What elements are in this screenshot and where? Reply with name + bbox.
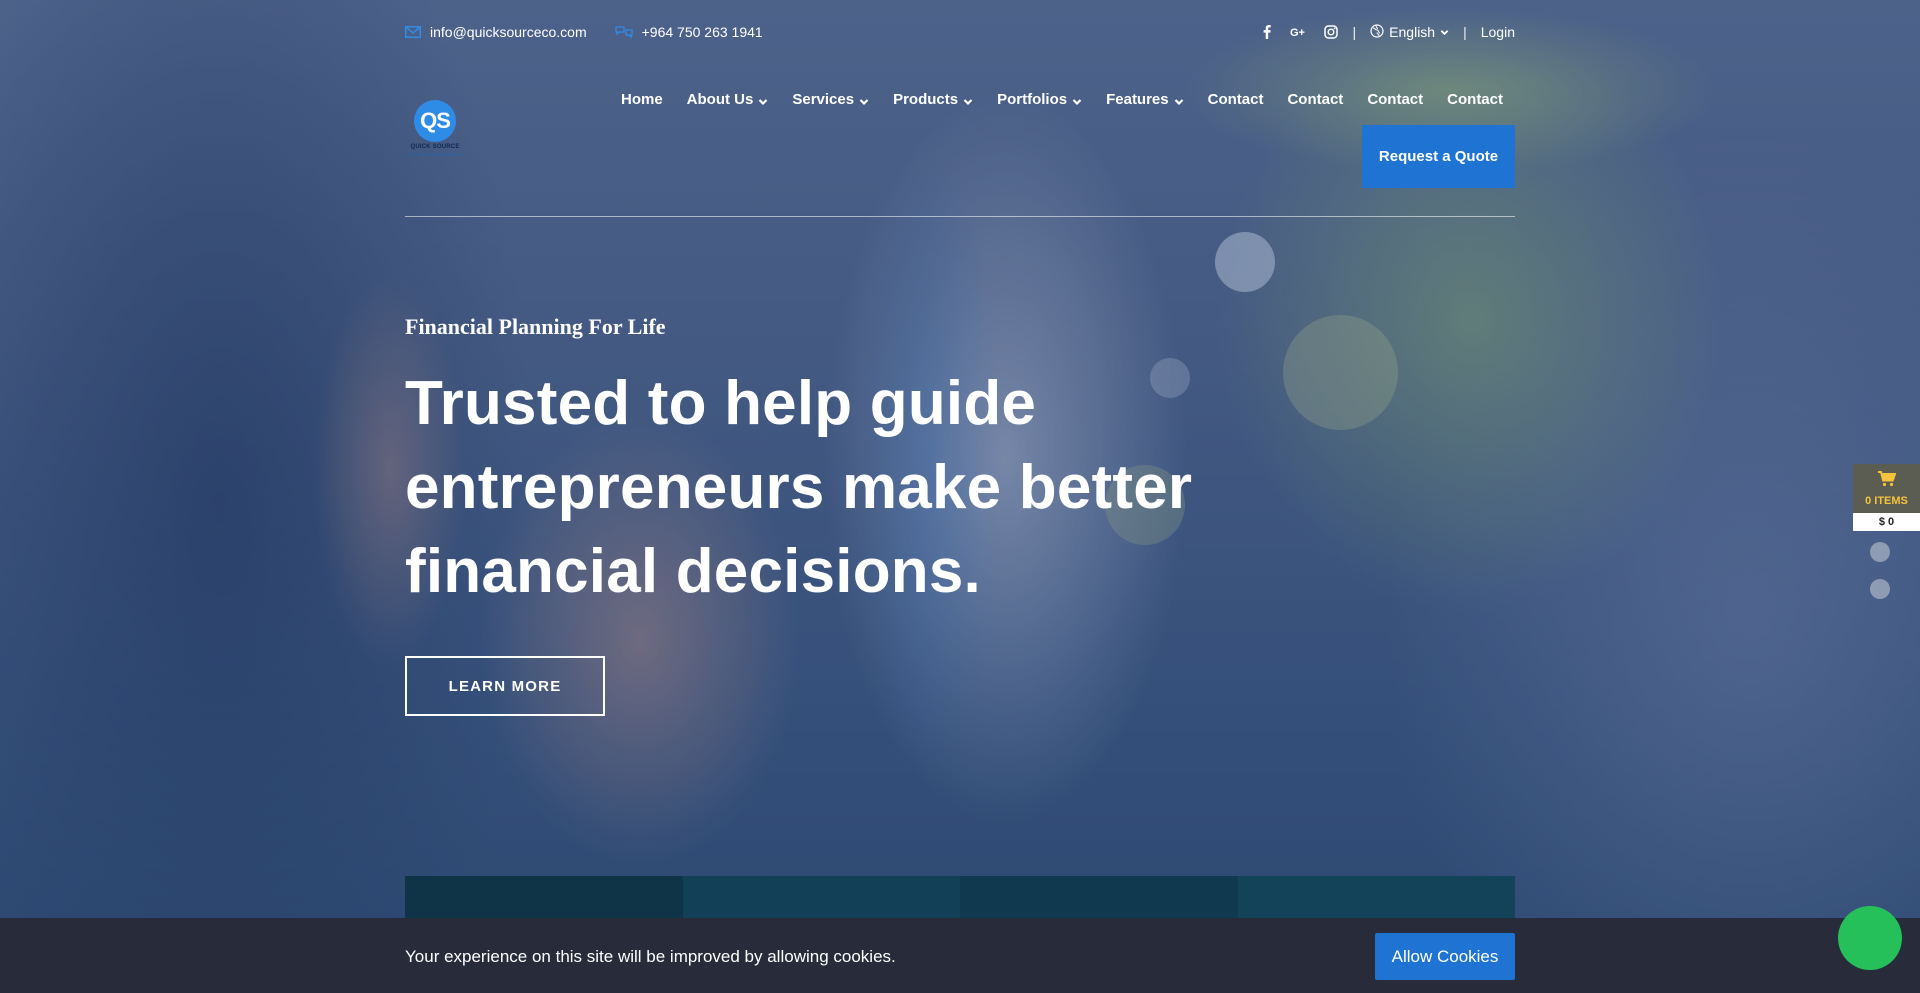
language-selector[interactable]: English [1370, 23, 1449, 41]
header-divider [405, 216, 1515, 217]
svg-text:G+: G+ [1290, 27, 1305, 38]
phone-contact[interactable]: +964 750 263 1941 [614, 24, 763, 40]
cart-total: $ 0 [1853, 513, 1920, 531]
phone-text: +964 750 263 1941 [641, 24, 763, 40]
nav-item-contact[interactable]: Contact [1435, 91, 1515, 108]
nav-item-label: Contact [1287, 90, 1344, 108]
email-contact[interactable]: info@quicksourceco.com [405, 24, 587, 40]
slider-dot[interactable] [1870, 542, 1890, 562]
top-bar-actions: G+ | English | Login [1259, 23, 1515, 41]
learn-more-button[interactable]: LEARN MORE [405, 656, 605, 716]
phone-icon [614, 25, 633, 39]
nav-item-contact[interactable]: Contact [1355, 91, 1435, 108]
nav-item-label: Contact [1367, 90, 1424, 108]
nav-item-contact[interactable]: Contact [1196, 91, 1276, 108]
chevron-down-icon [1440, 24, 1449, 40]
logo-tagline: SOFTWARE DEVELOPMENT [408, 152, 462, 157]
nav-item-label: Contact [1447, 90, 1503, 108]
separator: | [1463, 24, 1467, 40]
google-plus-icon[interactable]: G+ [1289, 24, 1309, 40]
main-navigation: QS QUICK SOURCE SOFTWARE DEVELOPMENT Hom… [405, 88, 1515, 188]
nav-item-label: Products [893, 90, 959, 108]
hero-headline: Trusted to help guide entrepreneurs make… [405, 369, 1193, 606]
chevron-down-icon [1174, 94, 1184, 106]
logo-text: QUICK SOURCE [410, 144, 460, 150]
globe-icon [1370, 23, 1384, 41]
nav-item-products[interactable]: Products [881, 91, 985, 108]
nav-item-label: Contact [1207, 90, 1264, 108]
cart-summary: 0 ITEMS [1853, 464, 1920, 513]
slider-dot[interactable] [1870, 579, 1890, 599]
login-link[interactable]: Login [1481, 24, 1515, 40]
chevron-down-icon [758, 94, 768, 106]
separator: | [1352, 24, 1357, 40]
email-text: info@quicksourceco.com [430, 24, 587, 40]
cart-icon [1877, 470, 1896, 492]
cookie-consent-bar: Your experience on this site will be imp… [0, 918, 1920, 993]
chevron-down-icon [859, 94, 869, 106]
chevron-down-icon [1072, 94, 1082, 106]
contact-info: info@quicksourceco.com +964 750 263 1941 [405, 24, 763, 40]
nav-item-contact[interactable]: Contact [1275, 91, 1355, 108]
hero-subtitle: Financial Planning For Life [405, 314, 666, 339]
logo-mark: QS [414, 100, 456, 142]
allow-cookies-button[interactable]: Allow Cookies [1375, 933, 1515, 980]
language-label: English [1389, 24, 1436, 40]
nav-item-label: Services [792, 90, 855, 108]
nav-menu: Home About Us Services Products Portfolios Fe… [609, 88, 1515, 110]
cart-widget[interactable]: 0 ITEMS $ 0 [1853, 464, 1920, 531]
cart-item-count: 0 ITEMS [1865, 494, 1908, 507]
nav-item-label: Home [620, 90, 663, 108]
nav-item-home[interactable]: Home [609, 91, 675, 108]
request-quote-button[interactable]: Request a Quote [1362, 125, 1515, 188]
nav-item-label: Portfolios [997, 90, 1068, 108]
facebook-icon[interactable] [1259, 24, 1275, 40]
nav-item-about-us[interactable]: About Us [675, 91, 781, 108]
mail-icon [405, 26, 421, 38]
chevron-down-icon [963, 94, 973, 106]
instagram-icon[interactable] [1323, 24, 1339, 40]
site-logo[interactable]: QS QUICK SOURCE SOFTWARE DEVELOPMENT [405, 100, 465, 164]
nav-item-portfolios[interactable]: Portfolios [985, 91, 1094, 108]
nav-item-features[interactable]: Features [1094, 91, 1196, 108]
nav-item-services[interactable]: Services [780, 91, 881, 108]
nav-item-label: Features [1106, 90, 1169, 108]
cookie-message: Your experience on this site will be imp… [405, 947, 896, 966]
top-bar: info@quicksourceco.com +964 750 263 1941… [405, 20, 1515, 44]
nav-item-label: About Us [686, 90, 754, 108]
whatsapp-chat-button[interactable] [1838, 906, 1902, 970]
